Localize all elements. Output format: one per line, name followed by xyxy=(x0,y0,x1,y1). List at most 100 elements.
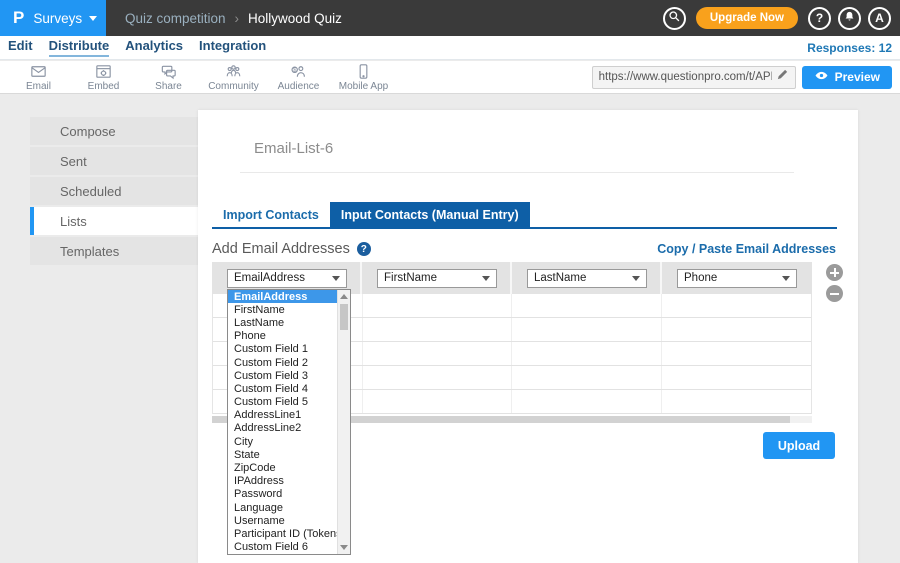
sidebar-item-lists[interactable]: Lists xyxy=(30,207,198,235)
table-cell[interactable] xyxy=(662,342,812,365)
table-cell[interactable] xyxy=(512,342,662,365)
dropdown-option-custom-field-3[interactable]: Custom Field 3 xyxy=(228,369,337,382)
share-icon xyxy=(159,62,178,81)
toolbar-item-share[interactable]: Share xyxy=(136,62,201,92)
table-cell[interactable] xyxy=(363,366,513,389)
avatar[interactable]: A xyxy=(868,7,891,30)
content-panel: Email-List-6 Import ContactsInput Contac… xyxy=(198,110,858,563)
table-cell[interactable] xyxy=(512,318,662,341)
toolbar-item-community[interactable]: Community xyxy=(201,62,266,92)
chevron-down-icon xyxy=(332,276,340,281)
dropdown-scrollbar-thumb[interactable] xyxy=(340,304,348,330)
toolbar-item-embed[interactable]: Embed xyxy=(71,62,136,92)
dropdown-option-custom-field-1[interactable]: Custom Field 1 xyxy=(228,343,337,356)
dropdown-option-username[interactable]: Username xyxy=(228,514,337,527)
dropdown-option-language[interactable]: Language xyxy=(228,501,337,514)
questionpro-logo: P xyxy=(13,8,24,28)
sidebar-item-sent[interactable]: Sent xyxy=(30,147,198,175)
table-cell[interactable] xyxy=(662,318,812,341)
toolbar-item-email[interactable]: Email xyxy=(6,62,71,92)
section-header: Add Email Addresses ? Copy / Paste Email… xyxy=(212,241,836,257)
dropdown-option-state[interactable]: State xyxy=(228,448,337,461)
table-cell[interactable] xyxy=(662,294,812,317)
remove-column-button[interactable] xyxy=(826,285,843,302)
dropdown-option-emailaddress[interactable]: EmailAddress xyxy=(228,290,337,303)
surveys-menu[interactable]: P Surveys xyxy=(0,0,106,36)
sidebar-item-templates[interactable]: Templates xyxy=(30,237,198,265)
column-select-value: Phone xyxy=(684,272,717,284)
search-button[interactable] xyxy=(663,7,686,30)
nav-item-analytics[interactable]: Analytics xyxy=(125,38,183,57)
notifications-button[interactable] xyxy=(838,7,861,30)
dropdown-option-participant-id-tokens[interactable]: Participant ID (Tokens) xyxy=(228,527,337,540)
column-header: LastName xyxy=(512,262,662,294)
field-dropdown: EmailAddressFirstNameLastNamePhoneCustom… xyxy=(227,289,351,555)
edit-url-icon[interactable] xyxy=(776,68,789,86)
table-cell[interactable] xyxy=(363,294,513,317)
dropdown-scrollbar[interactable] xyxy=(337,290,350,554)
nav-tabs: Edit Distribute Analytics Integration xyxy=(8,38,266,57)
dropdown-option-custom-field-4[interactable]: Custom Field 4 xyxy=(228,382,337,395)
copy-paste-link[interactable]: Copy / Paste Email Addresses xyxy=(657,242,836,256)
breadcrumb-separator-icon: › xyxy=(235,11,240,26)
eye-icon xyxy=(814,70,829,84)
tab-input-contacts-manual-entry[interactable]: Input Contacts (Manual Entry) xyxy=(330,202,530,227)
column-select-phone[interactable]: Phone xyxy=(677,269,797,288)
dropdown-option-lastname[interactable]: LastName xyxy=(228,316,337,329)
survey-url-value: https://www.questionpro.com/t/APNrFZ xyxy=(599,71,772,83)
dropdown-options: EmailAddressFirstNameLastNamePhoneCustom… xyxy=(228,290,337,554)
preview-button[interactable]: Preview xyxy=(802,66,892,89)
dropdown-option-custom-field-2[interactable]: Custom Field 2 xyxy=(228,356,337,369)
dropdown-option-city[interactable]: City xyxy=(228,435,337,448)
survey-url-field[interactable]: https://www.questionpro.com/t/APNrFZ xyxy=(592,66,796,89)
sidebar-item-compose[interactable]: Compose xyxy=(30,117,198,145)
toolbar-item-audience[interactable]: $Audience xyxy=(266,62,331,92)
nav-item-integration[interactable]: Integration xyxy=(199,38,266,57)
breadcrumb-parent[interactable]: Quiz competition xyxy=(125,11,226,26)
table-cell[interactable] xyxy=(363,318,513,341)
dropdown-option-zipcode[interactable]: ZipCode xyxy=(228,461,337,474)
dropdown-option-phone[interactable]: Phone xyxy=(228,330,337,343)
toolbar-item-label: Email xyxy=(26,81,51,92)
dropdown-option-addressline2[interactable]: AddressLine2 xyxy=(228,422,337,435)
upgrade-now-button[interactable]: Upgrade Now xyxy=(696,7,798,29)
dropdown-option-custom-field-6[interactable]: Custom Field 6 xyxy=(228,541,337,554)
sidebar-item-scheduled[interactable]: Scheduled xyxy=(30,177,198,205)
help-tooltip-icon[interactable]: ? xyxy=(357,242,371,256)
breadcrumb-current: Hollywood Quiz xyxy=(248,11,342,26)
dropdown-option-ipaddress[interactable]: IPAddress xyxy=(228,475,337,488)
dropdown-option-password[interactable]: Password xyxy=(228,488,337,501)
nav-item-distribute[interactable]: Distribute xyxy=(49,38,110,57)
help-button[interactable]: ? xyxy=(808,7,831,30)
scroll-up-icon[interactable] xyxy=(340,294,348,299)
dropdown-option-firstname[interactable]: FirstName xyxy=(228,303,337,316)
toolbar-items: Email Embed Share Community $Audience Mobile … xyxy=(6,62,396,92)
table-cell[interactable] xyxy=(662,366,812,389)
table-cell[interactable] xyxy=(363,342,513,365)
table-cell[interactable] xyxy=(363,390,513,413)
column-select-value: EmailAddress xyxy=(234,272,305,284)
add-column-button[interactable] xyxy=(826,264,843,281)
toolbar-item-label: Mobile App xyxy=(339,81,388,92)
upload-button[interactable]: Upload xyxy=(763,432,835,459)
tab-import-contacts[interactable]: Import Contacts xyxy=(212,202,330,227)
toolbar-item-mobile-app[interactable]: Mobile App xyxy=(331,62,396,92)
toolbar-item-label: Community xyxy=(208,81,259,92)
nav-item-edit[interactable]: Edit xyxy=(8,38,33,57)
responses-count[interactable]: Responses: 12 xyxy=(807,41,892,55)
table-cell[interactable] xyxy=(512,294,662,317)
table-cell[interactable] xyxy=(512,366,662,389)
column-header: FirstName xyxy=(362,262,512,294)
column-select-lastname[interactable]: LastName xyxy=(527,269,647,288)
column-select-firstname[interactable]: FirstName xyxy=(377,269,497,288)
column-select-emailaddress[interactable]: EmailAddress xyxy=(227,269,347,288)
table-cell[interactable] xyxy=(662,390,812,413)
dropdown-option-addressline1[interactable]: AddressLine1 xyxy=(228,409,337,422)
scroll-down-icon[interactable] xyxy=(340,545,348,550)
toolbar-item-label: Embed xyxy=(88,81,120,92)
section-title: Add Email Addresses xyxy=(212,241,350,257)
chevron-down-icon xyxy=(782,276,790,281)
dropdown-option-custom-field-5[interactable]: Custom Field 5 xyxy=(228,396,337,409)
product-name: Surveys xyxy=(33,11,82,26)
table-cell[interactable] xyxy=(512,390,662,413)
